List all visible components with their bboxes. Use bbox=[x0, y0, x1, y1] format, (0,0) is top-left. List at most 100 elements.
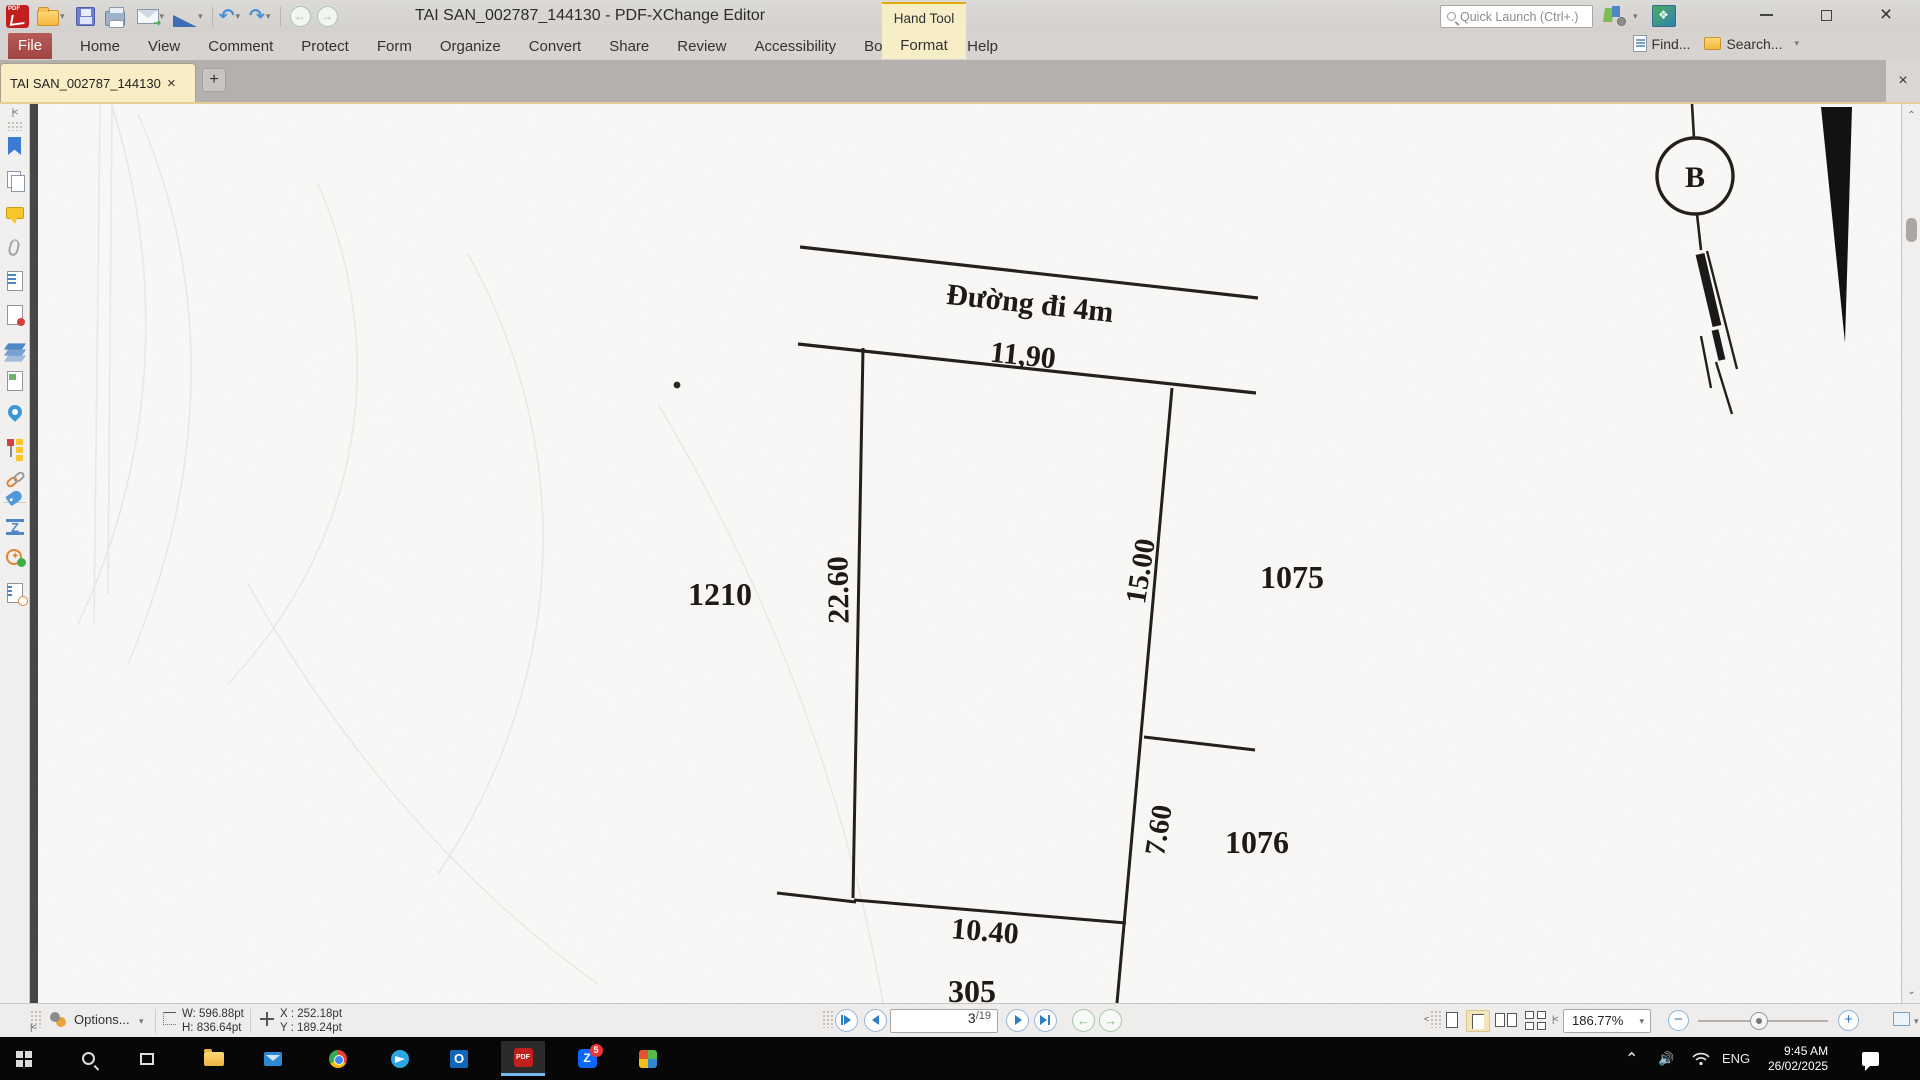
start-button[interactable] bbox=[2, 1041, 46, 1076]
destinations-icon[interactable] bbox=[4, 404, 26, 426]
close-tab-icon[interactable]: × bbox=[167, 75, 176, 92]
chevron-down-icon[interactable]: ▾ bbox=[139, 1016, 144, 1027]
chevron-down-icon[interactable]: ▾ bbox=[236, 11, 241, 22]
two-page-layout-icon[interactable] bbox=[1494, 1010, 1520, 1032]
bookmarks-icon[interactable] bbox=[4, 136, 26, 158]
zoom-out-button[interactable]: − bbox=[1668, 1010, 1689, 1031]
pdf-xchange-taskbar-icon[interactable]: PDF bbox=[501, 1041, 545, 1076]
mail-app-icon[interactable] bbox=[251, 1041, 295, 1076]
menu-accessibility[interactable]: Accessibility bbox=[740, 38, 850, 55]
redo-icon[interactable]: ↷ bbox=[249, 7, 265, 27]
search-button[interactable]: Search... bbox=[1726, 36, 1782, 52]
chevron-down-icon[interactable]: ▾ bbox=[266, 11, 271, 22]
view-back-button[interactable]: ← bbox=[1072, 1009, 1095, 1032]
tray-expand-icon[interactable]: ⌃ bbox=[1625, 1037, 1638, 1080]
four-page-layout-icon[interactable] bbox=[1524, 1010, 1550, 1032]
fields-icon[interactable] bbox=[4, 270, 26, 292]
scroll-down-icon[interactable]: ⌄ bbox=[1902, 986, 1920, 997]
content-icon[interactable] bbox=[4, 370, 26, 392]
menu-convert[interactable]: Convert bbox=[515, 38, 596, 55]
split-document-icon[interactable] bbox=[4, 516, 26, 538]
quick-launch-box[interactable] bbox=[1440, 5, 1593, 28]
accessibility-icon[interactable] bbox=[4, 548, 26, 570]
menu-format[interactable]: Format bbox=[882, 37, 966, 54]
restore-button[interactable] bbox=[1804, 0, 1848, 30]
clock[interactable]: 9:45 AM 26/02/2025 bbox=[1768, 1037, 1828, 1080]
menu-form[interactable]: Form bbox=[363, 38, 426, 55]
file-explorer-icon[interactable] bbox=[192, 1041, 236, 1076]
pinned-app-icon[interactable] bbox=[626, 1041, 670, 1076]
close-all-tabs-button[interactable]: × bbox=[1886, 60, 1920, 102]
structure-icon[interactable] bbox=[4, 437, 26, 459]
collapse-icon[interactable]: < bbox=[1424, 1014, 1428, 1024]
first-page-button[interactable] bbox=[835, 1009, 858, 1032]
zoom-in-button[interactable]: + bbox=[1838, 1010, 1859, 1031]
quick-launch-input[interactable] bbox=[1460, 10, 1578, 24]
accessibility-check-icon[interactable] bbox=[4, 582, 26, 604]
fullscreen-icon[interactable] bbox=[1893, 1012, 1910, 1026]
chevron-down-icon[interactable]: ▾ bbox=[60, 11, 65, 22]
collapse-icon[interactable]: |< bbox=[1552, 1014, 1558, 1024]
menu-review[interactable]: Review bbox=[663, 38, 740, 55]
menu-home[interactable]: Home bbox=[66, 38, 134, 55]
next-page-button[interactable] bbox=[1006, 1009, 1029, 1032]
minimize-button[interactable] bbox=[1744, 0, 1788, 30]
scan-tool-icon[interactable] bbox=[173, 15, 197, 27]
customize-toolbars-icon[interactable] bbox=[1604, 6, 1626, 26]
previous-page-button[interactable] bbox=[864, 1009, 887, 1032]
zalo-icon[interactable]: Z5 bbox=[565, 1041, 609, 1076]
close-button[interactable]: × bbox=[1864, 0, 1908, 30]
taskbar-search-icon[interactable] bbox=[66, 1041, 110, 1076]
task-view-icon[interactable] bbox=[125, 1041, 169, 1076]
language-indicator[interactable]: ENG bbox=[1722, 1037, 1750, 1080]
current-page[interactable]: 3 bbox=[968, 1010, 976, 1026]
menu-protect[interactable]: Protect bbox=[287, 38, 363, 55]
named-parts-icon[interactable] bbox=[4, 488, 26, 510]
chevron-down-icon[interactable]: ▾ bbox=[1633, 11, 1638, 22]
undo-icon[interactable]: ↶ bbox=[219, 7, 235, 27]
history-back-icon[interactable]: ← bbox=[290, 6, 311, 27]
save-icon[interactable] bbox=[76, 7, 95, 26]
find-button[interactable]: Find... bbox=[1652, 36, 1691, 52]
chevron-down-icon[interactable]: ▾ bbox=[1914, 1016, 1919, 1027]
open-icon[interactable] bbox=[37, 10, 59, 26]
app-icon[interactable] bbox=[6, 5, 29, 28]
collapse-panel-icon[interactable]: |< bbox=[0, 107, 29, 117]
notifications-icon[interactable] bbox=[1862, 1037, 1879, 1080]
options-button[interactable]: Options... bbox=[74, 1012, 130, 1027]
comments-icon[interactable] bbox=[4, 204, 26, 226]
layers-icon[interactable] bbox=[4, 340, 26, 362]
menu-comment[interactable]: Comment bbox=[194, 38, 287, 55]
zoom-slider-knob[interactable] bbox=[1750, 1012, 1768, 1030]
attachments-icon[interactable] bbox=[4, 237, 26, 259]
layout-drag-handle[interactable] bbox=[1430, 1010, 1442, 1028]
wifi-icon[interactable] bbox=[1692, 1037, 1710, 1080]
page-number-box[interactable]: 3/19 bbox=[890, 1009, 998, 1033]
thumbnails-icon[interactable] bbox=[4, 170, 26, 192]
menu-organize[interactable]: Organize bbox=[426, 38, 515, 55]
collapse-icon[interactable]: |< bbox=[30, 1022, 36, 1032]
hand-tool-context-tab[interactable]: Hand Tool Format bbox=[882, 2, 966, 59]
session-manager-icon[interactable] bbox=[1652, 5, 1676, 27]
single-page-layout-icon[interactable] bbox=[1443, 1010, 1463, 1032]
document-tab[interactable]: TAI SAN_002787_144130 × bbox=[0, 63, 196, 102]
pager-drag-handle[interactable] bbox=[822, 1010, 834, 1028]
signatures-icon[interactable] bbox=[4, 304, 26, 326]
vertical-scrollbar[interactable]: ⌃ ⌄ bbox=[1901, 104, 1920, 1003]
menu-share[interactable]: Share bbox=[595, 38, 663, 55]
menu-file[interactable]: File bbox=[8, 33, 52, 59]
scroll-up-icon[interactable]: ⌃ bbox=[1902, 110, 1920, 121]
email-icon[interactable] bbox=[137, 9, 159, 24]
menu-view[interactable]: View bbox=[134, 38, 194, 55]
chevron-down-icon[interactable]: ▾ bbox=[198, 11, 203, 22]
zoom-level-select[interactable]: 186.77% ▾ bbox=[1563, 1009, 1651, 1033]
scrollbar-thumb[interactable] bbox=[1906, 218, 1917, 242]
pdf-page[interactable]: Đường đi 4m 11,90 22.60 15.00 7.60 10.40… bbox=[38, 104, 1901, 1003]
print-icon[interactable] bbox=[105, 11, 125, 26]
fit-page-layout-icon[interactable] bbox=[1466, 1010, 1490, 1032]
chrome-icon[interactable] bbox=[316, 1041, 360, 1076]
volume-icon[interactable]: 🔊 bbox=[1658, 1037, 1674, 1080]
new-tab-button[interactable]: + bbox=[202, 68, 226, 92]
chevron-down-icon[interactable]: ▾ bbox=[1794, 38, 1799, 49]
telegram-icon[interactable] bbox=[378, 1041, 422, 1076]
